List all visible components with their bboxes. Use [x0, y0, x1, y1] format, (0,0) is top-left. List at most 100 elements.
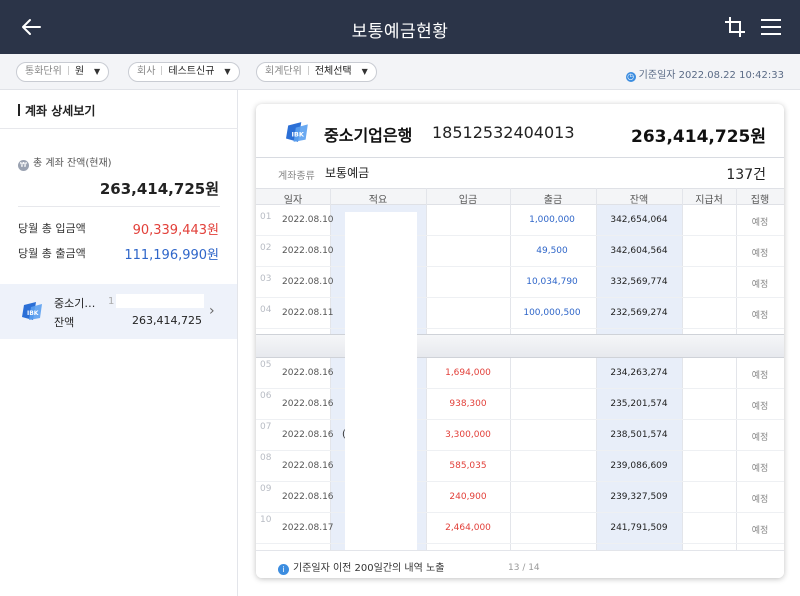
account-unit-label: 회계단위 [265, 66, 302, 77]
row-deposit: 3,300,000 [445, 430, 491, 440]
row-execution: 예정 [751, 249, 769, 259]
row-balance: 239,327,509 [610, 492, 668, 502]
row-date: 2022.08.10 [282, 215, 334, 225]
row-index: 06 [260, 391, 272, 401]
table-row[interactable]: 07 2022.08.16(3,300,000 238,501,574 예정 [256, 420, 784, 451]
card-balance: 263,414,725원 [630, 127, 766, 147]
row-date: 2022.08.16 [282, 399, 334, 409]
table-row[interactable]: 10 2022.08.17 2,464,000 241,791,509 예정 [256, 513, 784, 544]
account-type-row: 계좌종류 보통예금 137건 [256, 158, 784, 188]
account-balance: 263,414,725 [132, 314, 202, 327]
row-index: 10 [260, 515, 272, 525]
col-balance: 잔액 [629, 195, 649, 206]
row-date: 2022.08.10 [282, 277, 334, 287]
section-title: 계좌 상세보기 [18, 102, 95, 119]
row-index: 07 [260, 422, 272, 432]
ibk-logo-icon: IBK [286, 122, 308, 142]
section-title-text: 계좌 상세보기 [25, 104, 96, 118]
col-withdraw: 출금 [543, 195, 563, 206]
col-summary: 적요 [368, 195, 388, 206]
currency-label: 통화단위 [25, 66, 62, 77]
company-dropdown[interactable]: 회사 테스트신규 ▼ [128, 62, 240, 82]
transaction-count: 137건 [726, 167, 766, 183]
coin-icon: ₩ [18, 160, 29, 171]
col-date: 일자 [283, 195, 303, 206]
caret-down-icon: ▼ [94, 67, 101, 76]
row-date: 2022.08.17 [282, 523, 334, 533]
account-balance-label: 잔액 [54, 316, 75, 329]
monthly-deposit-value: 90,339,443원 [132, 223, 219, 238]
account-unit-dropdown[interactable]: 회계단위 전체선택 ▼ [256, 62, 377, 82]
row-deposit: 2,464,000 [445, 523, 491, 533]
table-row[interactable]: 05 2022.08.16 1,694,000 234,263,274 예정 [256, 358, 784, 389]
app-header: 보통예금현황 [0, 0, 800, 54]
hamburger-menu-icon[interactable] [760, 17, 782, 37]
page-indicator: 13 / 14 [508, 563, 540, 573]
table-row[interactable]: 04 2022.08.11 100,000,500 232,569,274 예정 [256, 298, 784, 329]
monthly-deposit-label: 당월 총 입금액 [18, 222, 86, 235]
account-type-value: 보통예금 [325, 166, 370, 180]
total-balance-amount: 263,414,725원 [99, 180, 219, 198]
row-index: 02 [260, 243, 272, 253]
card-footer: i 기준일자 이전 200일간의 내역 노출 13 / 14 [256, 550, 784, 578]
account-detail-panel: 계좌 상세보기 ₩ 총 계좌 잔액(현재) 263,414,725원 당월 총 입… [0, 90, 238, 596]
svg-text:IBK: IBK [27, 310, 39, 317]
row-execution: 예정 [751, 526, 769, 536]
page-break [256, 334, 784, 358]
row-execution: 예정 [751, 218, 769, 228]
info-icon: i [278, 564, 289, 575]
row-balance: 234,263,274 [610, 368, 668, 378]
row-index: 08 [260, 453, 272, 463]
table-row[interactable]: 08 2022.08.16 585,035 239,086,609 예정 [256, 451, 784, 482]
account-number: 1 [108, 296, 115, 307]
table-row[interactable]: 01 2022.08.10 1,000,000 342,654,064 예정 [256, 205, 784, 236]
row-withdraw: 10,034,790 [526, 277, 578, 287]
total-balance-label: ₩ 총 계좌 잔액(현재) [18, 154, 112, 171]
row-balance: 342,654,064 [610, 215, 668, 225]
row-index: 01 [260, 212, 272, 222]
table-header: 일자 적요 입금 출금 잔액 지급처 집행 [256, 188, 784, 206]
filter-bar: 통화단위 원 ▼ 회사 테스트신규 ▼ 회계단위 전체선택 ▼ ◷ 기준일자 2022.08.… [0, 54, 800, 90]
col-deposit: 입금 [458, 195, 478, 206]
row-execution: 예정 [751, 371, 769, 381]
row-deposit: 938,300 [449, 399, 487, 409]
row-withdraw: 1,000,000 [529, 215, 575, 225]
table-row[interactable]: 02 2022.08.10 49,500 342,604,564 예정 [256, 236, 784, 267]
row-execution: 예정 [751, 495, 769, 505]
monthly-withdraw-row: 당월 총 출금액 111,196,990원 [18, 245, 219, 263]
footer-note: i 기준일자 이전 200일간의 내역 노출 [278, 559, 444, 575]
row-execution: 예정 [751, 433, 769, 443]
row-execution: 예정 [751, 311, 769, 321]
svg-text:IBK: IBK [291, 130, 304, 138]
row-index: 09 [260, 484, 272, 494]
table-row[interactable]: 06 2022.08.16 938,300 235,201,574 예정 [256, 389, 784, 420]
row-balance: 342,604,564 [610, 246, 668, 256]
row-date: 2022.08.11 [282, 308, 334, 318]
row-balance: 232,569,274 [610, 308, 668, 318]
table-row[interactable]: 03 2022.08.10 10,034,790 332,569,774 예정 [256, 267, 784, 298]
base-date-text: 기준일자 2022.08.22 10:42:33 [638, 70, 784, 81]
col-execution: 집행 [750, 195, 770, 206]
row-deposit: 585,035 [449, 461, 487, 471]
redacted-summary-column [345, 212, 417, 566]
account-statement-card: IBK 중소기업은행 18512532404013 263,414,725원 계… [256, 104, 784, 578]
crop-icon[interactable] [724, 16, 746, 38]
row-balance: 235,201,574 [610, 399, 668, 409]
company-value: 테스트신규 [168, 66, 215, 77]
company-label: 회사 [137, 66, 156, 77]
row-balance: 238,501,574 [610, 430, 668, 440]
account-list-item[interactable]: IBK 중소기… 1 잔액 263,414,725 › [0, 284, 237, 339]
col-payee: 지급처 [695, 195, 723, 206]
currency-unit-dropdown[interactable]: 통화단위 원 ▼ [16, 62, 110, 82]
table-row[interactable]: 09 2022.08.16 240,900 239,327,509 예정 [256, 482, 784, 513]
footer-note-text: 기준일자 이전 200일간의 내역 노출 [293, 563, 445, 574]
ibk-logo-icon: IBK [22, 302, 42, 320]
account-name: 중소기… [54, 297, 96, 310]
row-withdraw: 100,000,500 [523, 308, 581, 318]
row-execution: 예정 [751, 280, 769, 290]
row-date: 2022.08.16 [282, 492, 334, 502]
clock-icon: ◷ [625, 72, 636, 82]
row-balance: 239,086,609 [610, 461, 668, 471]
masked-account-number [116, 294, 204, 308]
bank-name: 중소기업은행 [324, 126, 413, 145]
